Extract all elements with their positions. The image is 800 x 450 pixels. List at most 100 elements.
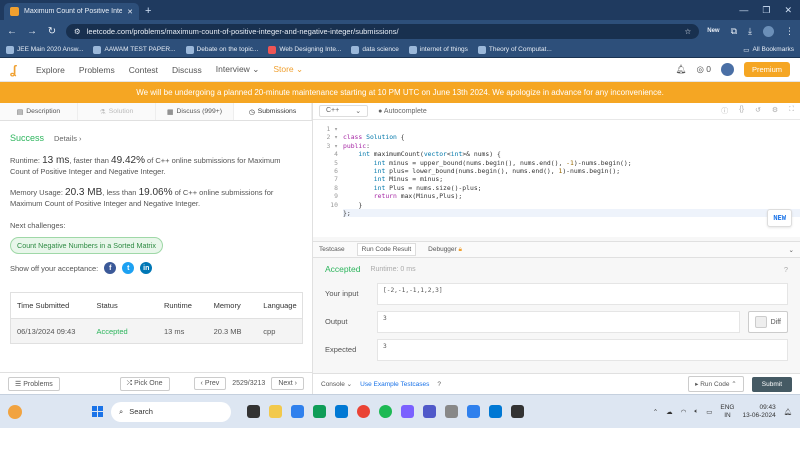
- extensions-icon[interactable]: ⧉: [731, 26, 737, 37]
- code-content[interactable]: class Solution {public: int maximumCount…: [343, 120, 800, 237]
- tab-debugger[interactable]: Debugger 🔒︎: [428, 246, 462, 254]
- system-clock[interactable]: 09:43 13-06-2024: [742, 404, 775, 420]
- close-tab-icon[interactable]: ✕: [127, 8, 133, 16]
- reset-icon[interactable]: ↺: [755, 106, 761, 116]
- autocomplete-toggle[interactable]: ● Autocomplete: [378, 108, 427, 115]
- linkedin-icon[interactable]: in: [140, 262, 153, 274]
- profile-avatar[interactable]: [763, 25, 774, 37]
- terminal-icon[interactable]: [511, 405, 524, 418]
- language-indicator[interactable]: ENG IN: [720, 404, 734, 420]
- windows-start-icon[interactable]: [92, 406, 103, 417]
- console-button[interactable]: Console ⌄: [321, 380, 352, 388]
- outlook-icon[interactable]: [335, 405, 348, 418]
- code-editor[interactable]: 1 ▾ 2 ▾ 3 ▾ 4 5 6 7 8 9 10 class Solution {public…: [313, 120, 800, 238]
- nav-problems[interactable]: Problems: [79, 65, 115, 75]
- forward-icon[interactable]: →: [26, 26, 38, 37]
- bookmark-item[interactable]: data science: [351, 45, 399, 54]
- browser-menu-icon[interactable]: ⋮: [785, 26, 794, 37]
- settings-icon[interactable]: ⚙: [772, 106, 778, 116]
- bookmark-star-icon[interactable]: ☆: [685, 27, 692, 36]
- windows-taskbar: ⌕ Search ⌃ ☁ ◠ 🔈︎ ▭ ENG IN 09:43 13-06-2024…: [0, 394, 800, 428]
- nav-interview[interactable]: Interview ⌄: [216, 64, 260, 75]
- next-challenge-chip[interactable]: Count Negative Numbers in a Sorted Matri…: [10, 237, 164, 254]
- notifications-icon[interactable]: 🔔︎: [784, 408, 792, 416]
- bookmark-item[interactable]: internet of things: [408, 45, 468, 54]
- tab-description[interactable]: ▤ Description: [0, 103, 78, 120]
- bookmark-item[interactable]: Debate on the topic...: [185, 45, 258, 54]
- task-view-icon[interactable]: [247, 405, 260, 418]
- tab-discuss[interactable]: ▦ Discuss (999+): [156, 103, 234, 120]
- store-icon[interactable]: [291, 405, 304, 418]
- braces-icon[interactable]: {}: [739, 106, 744, 116]
- premium-button[interactable]: Premium: [743, 62, 790, 77]
- weather-icon[interactable]: [8, 404, 22, 419]
- circle-icon: ●: [378, 107, 383, 115]
- volume-icon[interactable]: 🔈︎: [694, 408, 698, 416]
- nav-store[interactable]: Store ⌄: [273, 64, 303, 75]
- use-example-testcases-link[interactable]: Use Example Testcases: [360, 381, 429, 388]
- battery-icon[interactable]: ▭: [706, 408, 712, 416]
- facebook-icon[interactable]: f: [104, 262, 117, 274]
- teams-icon[interactable]: [423, 405, 436, 418]
- taskbar-search[interactable]: ⌕ Search: [111, 401, 231, 422]
- tab-solution[interactable]: ⚗ Solution: [78, 103, 156, 120]
- language-select[interactable]: C++ ⌄: [319, 105, 369, 118]
- tab-testcase[interactable]: Testcase: [319, 246, 345, 253]
- cloud-icon[interactable]: ☁: [666, 408, 673, 416]
- extension-new-icon[interactable]: New: [707, 28, 719, 34]
- tab-submissions[interactable]: ◷ Submissions: [234, 103, 312, 120]
- bookmark-item[interactable]: JEE Main 2020 Answ...: [6, 45, 83, 54]
- nav-discuss[interactable]: Discuss: [172, 65, 202, 75]
- bookmark-item[interactable]: Web Designing Inte...: [268, 45, 341, 54]
- app-icon[interactable]: [401, 405, 414, 418]
- twitter-icon[interactable]: t: [122, 262, 135, 274]
- reload-icon[interactable]: ↻: [46, 26, 58, 37]
- close-window-icon[interactable]: ✕: [784, 5, 792, 16]
- edge-icon[interactable]: [313, 405, 326, 418]
- new-feature-badge[interactable]: NEW: [767, 209, 792, 228]
- tray-chevron-icon[interactable]: ⌃: [653, 408, 658, 416]
- nav-explore[interactable]: Explore: [36, 65, 65, 75]
- browser-tab[interactable]: Maximum Count of Positive Inte ✕: [4, 3, 139, 20]
- fullscreen-icon[interactable]: ⛶: [789, 106, 794, 116]
- success-status: Success: [10, 133, 45, 143]
- whiteboard-icon[interactable]: [467, 405, 480, 418]
- submit-button[interactable]: Submit: [751, 376, 792, 392]
- info-icon[interactable]: ⓘ: [721, 106, 728, 116]
- diff-checkbox[interactable]: [754, 316, 767, 329]
- url-field[interactable]: ⚙ leetcode.com/problems/maximum-count-of…: [66, 23, 700, 39]
- problems-button[interactable]: ☰ Problems: [8, 376, 60, 391]
- table-row[interactable]: 06/13/2024 09:43 Accepted 13 ms 20.3 MB …: [11, 319, 302, 343]
- collapse-chevron-icon[interactable]: ⌄: [789, 246, 794, 254]
- run-code-button[interactable]: ▸ Run Code ⌃: [688, 376, 744, 393]
- prev-button[interactable]: ‹ Prev: [193, 377, 227, 390]
- leetcode-logo-icon[interactable]: ʆ: [10, 63, 22, 77]
- pick-one-button[interactable]: ⤮ Pick One: [119, 376, 170, 391]
- spotify-icon[interactable]: [379, 405, 392, 418]
- site-info-icon[interactable]: ⚙: [74, 27, 81, 36]
- back-icon[interactable]: ←: [6, 26, 18, 37]
- notification-bell-icon[interactable]: 🔔︎: [676, 64, 687, 75]
- next-button[interactable]: Next ›: [271, 377, 304, 390]
- new-tab-icon[interactable]: +: [145, 5, 151, 17]
- help-icon[interactable]: ?: [784, 265, 788, 274]
- bookmark-item[interactable]: Theory of Computat...: [477, 45, 552, 54]
- all-bookmarks[interactable]: ▭ All Bookmarks: [743, 46, 794, 54]
- bookmark-item[interactable]: AAWAM TEST PAPER...: [93, 45, 176, 54]
- minimize-icon[interactable]: —: [739, 5, 748, 16]
- chrome-icon[interactable]: [357, 405, 370, 418]
- coins[interactable]: ◎ 0: [696, 64, 711, 75]
- status-accepted-link[interactable]: Accepted: [96, 327, 164, 336]
- clock-app-icon[interactable]: [445, 405, 458, 418]
- file-explorer-icon[interactable]: [269, 405, 282, 418]
- maximize-icon[interactable]: ❐: [762, 5, 770, 16]
- diff-toggle[interactable]: Diff: [747, 311, 788, 334]
- help-icon[interactable]: ?: [437, 381, 441, 388]
- user-avatar[interactable]: [720, 63, 734, 76]
- details-link[interactable]: Details ›: [54, 134, 82, 143]
- tab-run-code-result[interactable]: Run Code Result: [356, 243, 417, 257]
- nav-contest[interactable]: Contest: [129, 65, 158, 75]
- vscode-icon[interactable]: [489, 405, 502, 418]
- wifi-icon[interactable]: ◠: [681, 408, 687, 416]
- downloads-icon[interactable]: ⤓: [748, 26, 752, 37]
